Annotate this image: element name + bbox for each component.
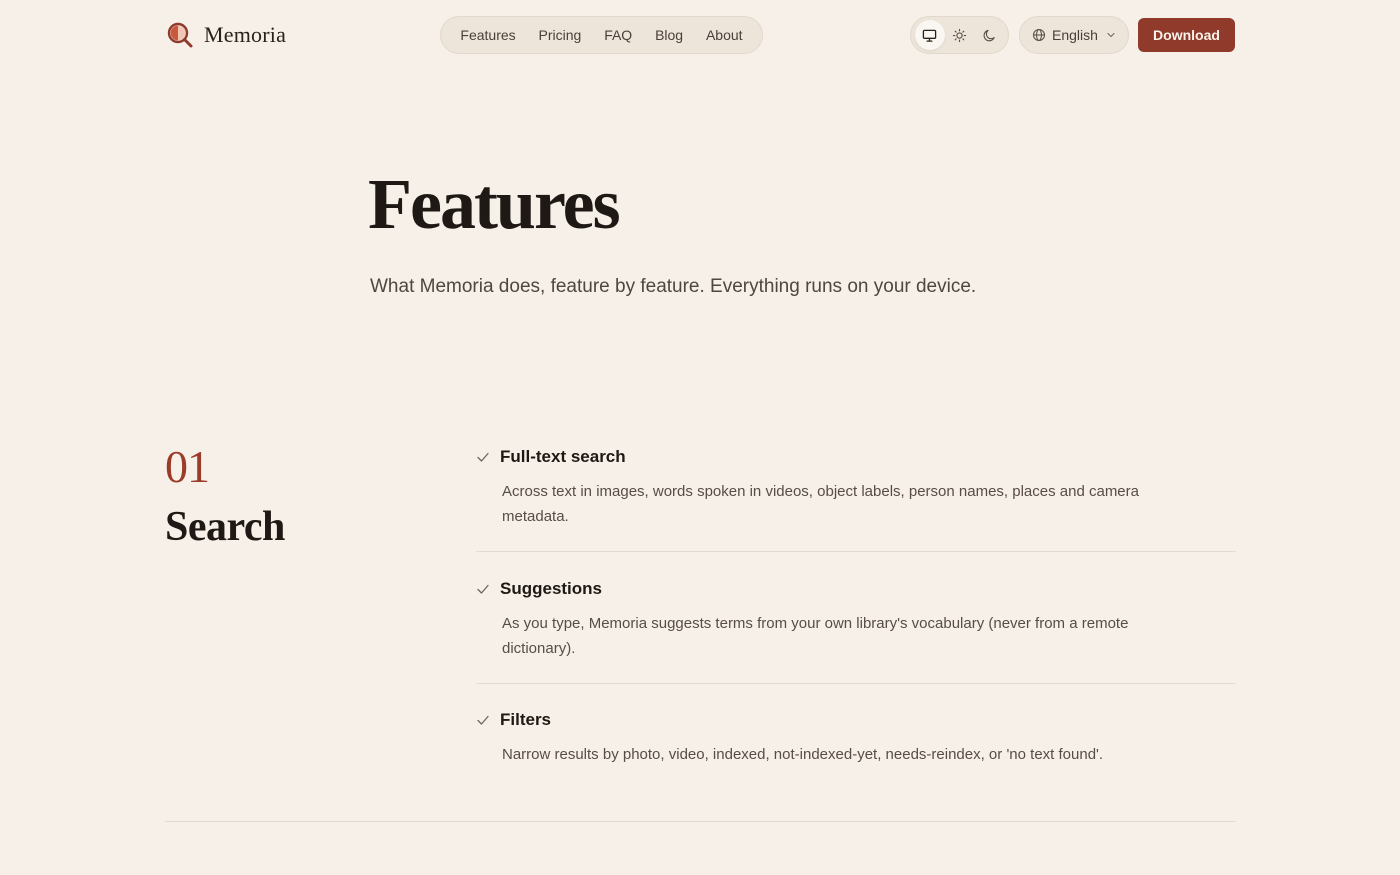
feature-divider xyxy=(476,683,1236,684)
nav-link-features[interactable]: Features xyxy=(454,23,521,47)
page-subtitle: What Memoria does, feature by feature. E… xyxy=(370,276,977,297)
feature-title: Full-text search xyxy=(500,447,626,466)
nav-link-pricing[interactable]: Pricing xyxy=(533,23,588,47)
theme-system-button[interactable] xyxy=(915,20,945,50)
site-header: Memoria Features Pricing FAQ Blog About xyxy=(0,0,1400,70)
brand-name: Memoria xyxy=(204,22,287,47)
theme-dark-button[interactable] xyxy=(974,20,1004,50)
feature-title: Suggestions xyxy=(500,579,603,598)
page-title: Features xyxy=(368,164,621,244)
nav-link-faq[interactable]: FAQ xyxy=(598,23,638,47)
main-nav: Features Pricing FAQ Blog About xyxy=(440,16,763,54)
feature-item: Suggestions As you type, Memoria suggest… xyxy=(476,578,1236,661)
nav-link-blog[interactable]: Blog xyxy=(649,23,689,47)
nav-link-about[interactable]: About xyxy=(700,23,749,47)
feature-title: Filters xyxy=(500,710,552,729)
section-number: 01 xyxy=(165,441,210,492)
chevron-down-icon xyxy=(1107,32,1115,38)
feature-description: As you type, Memoria suggests terms from… xyxy=(502,615,1129,657)
feature-divider xyxy=(476,551,1236,552)
check-icon xyxy=(477,584,489,594)
section-title: Search xyxy=(165,504,285,550)
download-button[interactable]: Download xyxy=(1138,18,1235,52)
theme-light-button[interactable] xyxy=(945,20,975,50)
language-label: English xyxy=(1052,27,1098,43)
section-divider xyxy=(165,821,1236,822)
language-selector[interactable]: English xyxy=(1019,16,1129,54)
magnifier-logo-icon xyxy=(167,22,193,48)
feature-description: Across text in images, words spoken in v… xyxy=(502,483,1139,525)
feature-item: Filters Narrow results by photo, video, … xyxy=(476,709,1236,767)
monitor-icon xyxy=(923,29,937,42)
feature-description: Narrow results by photo, video, indexed,… xyxy=(502,746,1104,763)
sun-icon xyxy=(952,28,967,42)
feature-item: Full-text search Across text in images, … xyxy=(476,446,1236,529)
globe-icon xyxy=(1032,28,1046,42)
brand[interactable]: Memoria xyxy=(166,20,286,50)
check-icon xyxy=(477,452,489,462)
check-icon xyxy=(477,715,489,725)
theme-switcher xyxy=(910,16,1009,54)
moon-icon xyxy=(983,29,995,41)
